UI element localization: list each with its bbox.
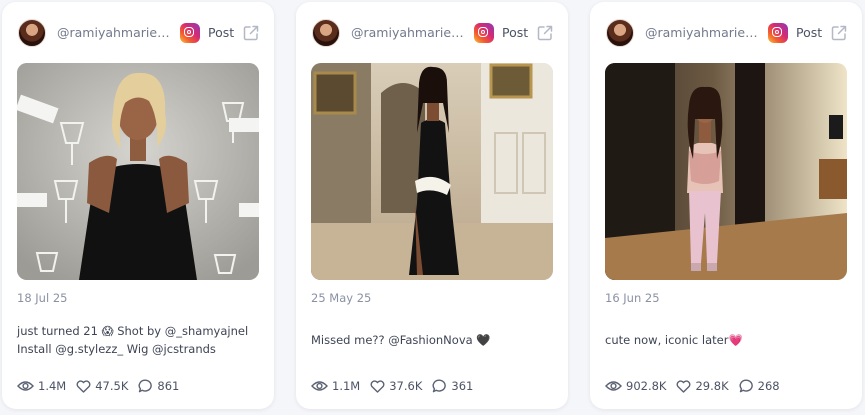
comments-stat: 361 bbox=[432, 379, 473, 393]
views-count: 902.8K bbox=[626, 379, 667, 393]
post-stats: 902.8K 29.8K 268 bbox=[605, 377, 790, 395]
post-date: 18 Jul 25 bbox=[17, 291, 68, 305]
eye-icon bbox=[311, 381, 328, 391]
card-header: @ramiyahmarie… Post bbox=[18, 18, 260, 48]
instagram-icon bbox=[768, 23, 788, 43]
caption-line: just turned 21 😱 Shot by @_shamyajnel bbox=[17, 324, 249, 338]
heart-icon bbox=[370, 379, 385, 393]
comment-icon bbox=[432, 379, 447, 393]
post-caption: cute now, iconic later💗 bbox=[605, 331, 851, 349]
post-type-label: Post bbox=[208, 25, 235, 40]
comment-icon bbox=[138, 379, 153, 393]
comments-count: 268 bbox=[757, 379, 780, 393]
comments-count: 861 bbox=[157, 379, 180, 393]
caption-line: cute now, iconic later💗 bbox=[605, 333, 743, 347]
eye-icon bbox=[605, 381, 622, 391]
post-date: 25 May 25 bbox=[311, 291, 372, 305]
comment-icon bbox=[739, 379, 753, 393]
views-stat: 1.4M bbox=[17, 379, 66, 393]
post-card[interactable]: @ramiyahmarie… Post bbox=[296, 2, 568, 409]
views-stat: 1.1M bbox=[311, 379, 360, 393]
caption-line: Install @g.stylezz_ Wig @jcstrands bbox=[17, 342, 216, 356]
instagram-icon bbox=[474, 23, 494, 43]
likes-stat: 47.5K bbox=[76, 379, 128, 393]
card-header: @ramiyahmarie… Post bbox=[312, 18, 554, 48]
post-image[interactable] bbox=[605, 63, 847, 280]
post-card[interactable]: @ramiyahmarie… Post bbox=[2, 2, 274, 409]
likes-stat: 37.6K bbox=[370, 379, 422, 393]
post-date: 16 Jun 25 bbox=[605, 291, 660, 305]
post-type-label: Post bbox=[796, 25, 823, 40]
eye-icon bbox=[17, 381, 34, 391]
posts-grid: @ramiyahmarie… Post 18 Jul 25 just turne… bbox=[0, 0, 865, 415]
external-link-icon[interactable] bbox=[830, 24, 848, 42]
card-header: @ramiyahmarie… Post bbox=[606, 18, 848, 48]
post-type-label: Post bbox=[502, 25, 529, 40]
heart-icon bbox=[76, 379, 91, 393]
views-count: 1.4M bbox=[38, 379, 67, 393]
post-card[interactable]: @ramiyahmarie… Post bbox=[590, 2, 862, 409]
post-caption: just turned 21 😱 Shot by @_shamyajnel In… bbox=[17, 322, 263, 358]
avatar[interactable] bbox=[312, 19, 340, 47]
heart-icon bbox=[677, 379, 691, 393]
instagram-icon bbox=[180, 23, 200, 43]
external-link-icon[interactable] bbox=[242, 24, 260, 42]
post-stats: 1.1M 37.6K 361 bbox=[311, 377, 483, 395]
views-count: 1.1M bbox=[332, 379, 361, 393]
comments-count: 361 bbox=[451, 379, 474, 393]
likes-count: 29.8K bbox=[695, 379, 729, 393]
creator-handle[interactable]: @ramiyahmarie… bbox=[57, 25, 172, 40]
avatar[interactable] bbox=[18, 19, 46, 47]
post-stats: 1.4M 47.5K 861 bbox=[17, 377, 189, 395]
avatar[interactable] bbox=[606, 19, 634, 47]
likes-count: 37.6K bbox=[389, 379, 423, 393]
likes-count: 47.5K bbox=[95, 379, 129, 393]
post-image[interactable] bbox=[17, 63, 259, 280]
post-image[interactable] bbox=[311, 63, 553, 280]
post-caption: Missed me?? @FashionNova 🖤 bbox=[311, 331, 557, 349]
creator-handle[interactable]: @ramiyahmarie… bbox=[645, 25, 760, 40]
external-link-icon[interactable] bbox=[536, 24, 554, 42]
likes-stat: 29.8K bbox=[676, 379, 729, 393]
comments-stat: 861 bbox=[138, 379, 179, 393]
caption-line: Missed me?? @FashionNova 🖤 bbox=[311, 333, 491, 347]
views-stat: 902.8K bbox=[605, 379, 666, 393]
creator-handle[interactable]: @ramiyahmarie… bbox=[351, 25, 466, 40]
comments-stat: 268 bbox=[739, 379, 780, 393]
